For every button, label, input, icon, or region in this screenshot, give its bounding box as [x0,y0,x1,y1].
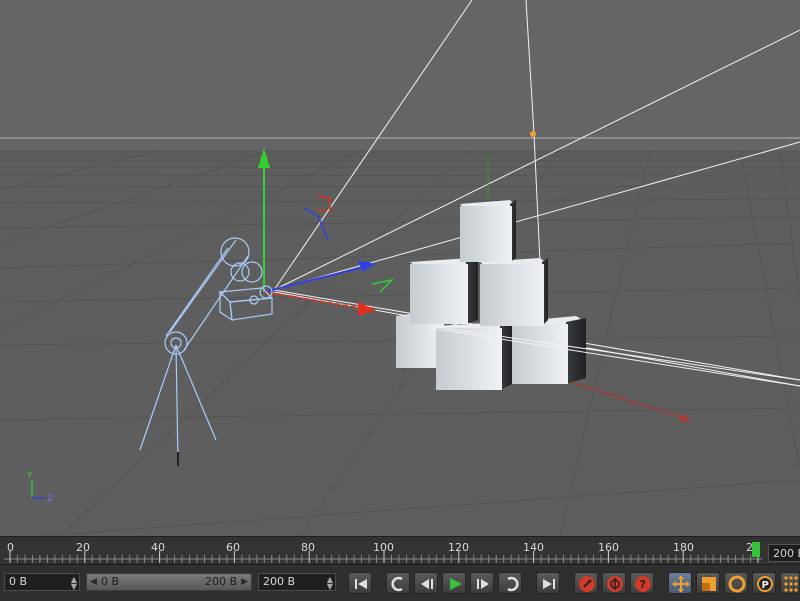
next-key-button[interactable] [498,572,522,594]
timeline-tick-label: 60 [226,541,240,554]
cube[interactable] [512,316,586,384]
scale-tool-icon [702,577,716,591]
timeline-tick-label: 20 [76,541,90,554]
go-to-end-button[interactable] [536,572,560,594]
record-button[interactable] [574,572,598,594]
focus-handle[interactable] [530,131,536,137]
timeline-tick-label: 0 [7,541,14,554]
range-end-label: 200 B [204,575,237,588]
timeline-tick-label: 160 [598,541,619,554]
step-forward-icon [477,579,489,589]
step-back-button[interactable] [414,572,438,594]
rotate-tool-button[interactable] [724,572,748,594]
spin-down-icon[interactable]: ▼ [71,583,77,591]
move-tool-button[interactable] [668,572,692,594]
timeline-tick-label: 100 [373,541,394,554]
autokey-icon [607,576,623,592]
go-to-start-icon [355,579,367,589]
point-level-icon [784,576,798,592]
axis-indicator-y-label: Y [26,471,33,481]
svg-text:?: ? [640,578,646,591]
timeline-tick-label: 180 [673,541,694,554]
timeline-end-frame[interactable]: 200 B [768,544,800,562]
play-icon [450,578,462,590]
range-start-label: 0 B [101,575,120,588]
rotate-tool-icon [728,575,746,593]
cube[interactable] [460,200,516,262]
keyframe-selection-icon: ? [635,576,651,592]
go-to-end-icon [543,579,555,589]
parameter-icon: P [757,576,773,592]
scale-tool-button[interactable] [696,572,720,594]
current-frame-field[interactable]: 0 B ▲ ▼ [4,573,80,591]
step-back-icon [421,579,433,589]
point-level-button[interactable] [780,572,800,594]
axis-indicator-z-label: Z [47,494,53,504]
current-frame-value: 0 B [9,575,28,588]
play-button[interactable] [442,572,466,594]
timeline-tick-label: 40 [151,541,165,554]
timeline-playhead[interactable] [752,542,760,557]
range-right-arrow-icon[interactable]: ▶ [241,574,248,590]
autokey-button[interactable] [602,572,626,594]
timeline-tick-label: 80 [301,541,315,554]
spin-down-icon[interactable]: ▼ [327,583,333,591]
previous-key-icon [391,576,403,592]
parameter-button[interactable]: P [752,572,776,594]
step-forward-button[interactable] [470,572,494,594]
go-to-start-button[interactable] [348,572,372,594]
previous-key-button[interactable] [386,572,410,594]
timeline-ruler[interactable]: 0 20 40 60 80 100 120 140 160 180 2 200 … [0,536,800,565]
max-frame-value: 200 B [263,575,296,588]
timeline-tick-label: 140 [523,541,544,554]
next-key-icon [507,576,519,592]
move-tool-icon [672,575,690,593]
preview-range-slider[interactable]: ◀ 0 B 200 B ▶ [86,573,252,591]
timeline-tick-label: 120 [448,541,469,554]
keyframe-selection-button[interactable]: ? [630,572,654,594]
viewport-scene: Y Z [0,0,800,536]
max-frame-field[interactable]: 200 B ▲ ▼ [258,573,336,591]
animation-control-bar: 0 B ▲ ▼ ◀ 0 B 200 B ▶ 200 B ▲ ▼ ? P [0,564,800,601]
cube[interactable] [480,258,548,326]
svg-text:P: P [762,580,769,591]
3d-viewport[interactable]: Y Z [0,0,800,536]
cube[interactable] [410,258,478,324]
record-icon [579,576,595,592]
range-left-arrow-icon[interactable]: ◀ [90,574,97,590]
